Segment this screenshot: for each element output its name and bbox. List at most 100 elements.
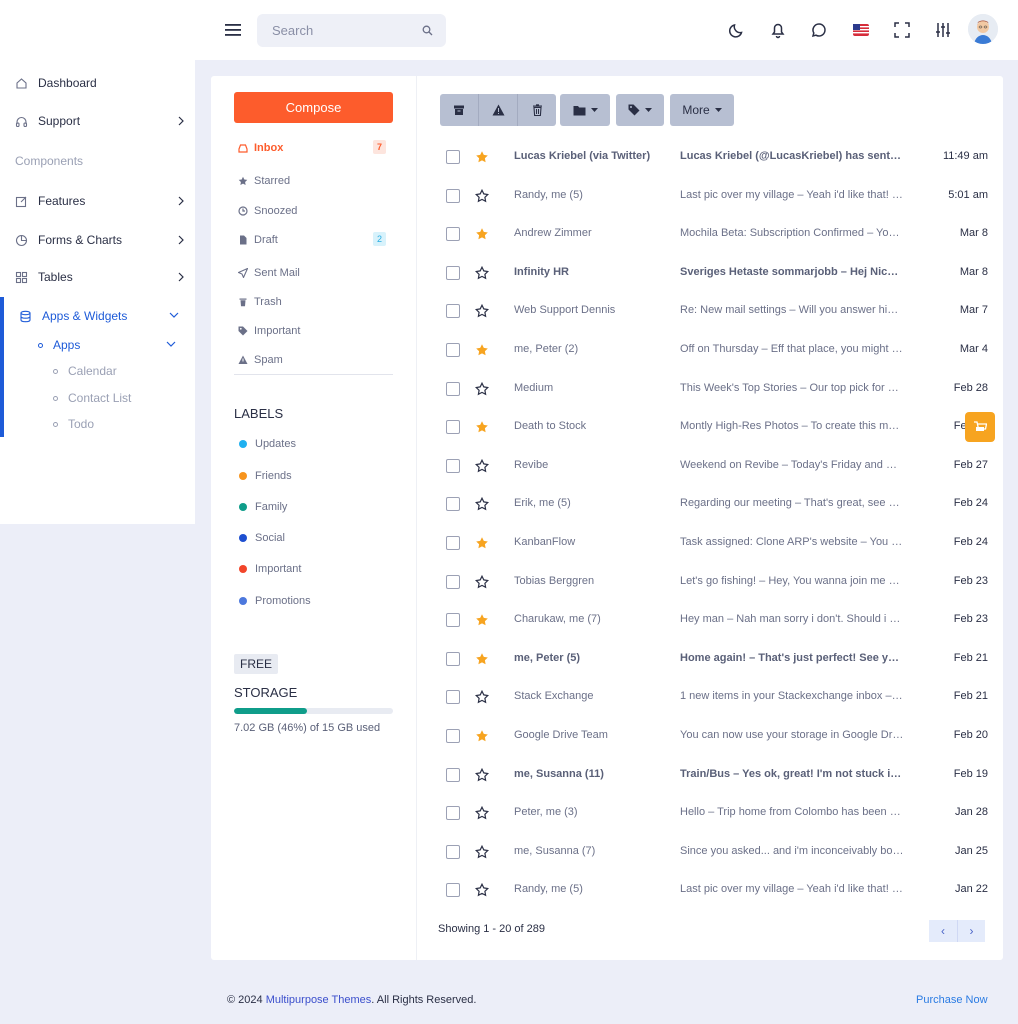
- move-to-folder-button[interactable]: [560, 94, 610, 126]
- row-checkbox[interactable]: [446, 844, 460, 859]
- star-outline-icon[interactable]: [475, 767, 489, 782]
- row-checkbox[interactable]: [446, 304, 460, 319]
- row-checkbox[interactable]: [446, 265, 460, 280]
- mail-row[interactable]: Medium This Week's Top Stories – Our top …: [439, 370, 994, 408]
- row-checkbox[interactable]: [446, 883, 460, 898]
- sidebar-item-apps-widgets[interactable]: Apps & Widgets: [19, 306, 179, 326]
- star-outline-icon[interactable]: [475, 458, 489, 473]
- mail-row[interactable]: Google Drive Team You can now use your st…: [439, 717, 994, 755]
- floating-cart-button[interactable]: [965, 412, 995, 442]
- folder-inbox[interactable]: Inbox 7: [238, 140, 390, 156]
- star-outline-icon[interactable]: [475, 188, 489, 203]
- archive-button[interactable]: [440, 94, 478, 126]
- chat-icon[interactable]: [809, 20, 829, 40]
- row-checkbox[interactable]: [446, 574, 460, 589]
- mail-row[interactable]: me, Susanna (7) Since you asked... and i'…: [439, 833, 994, 871]
- report-spam-button[interactable]: [479, 94, 517, 126]
- star-filled-icon[interactable]: [475, 652, 489, 666]
- mail-row[interactable]: Peter, me (3) Hello – Trip home from Colo…: [439, 794, 994, 832]
- star-outline-icon[interactable]: [475, 265, 489, 280]
- folder-important[interactable]: Important: [238, 323, 390, 339]
- fullscreen-icon[interactable]: [892, 20, 912, 40]
- sidebar-subitem-contact-list[interactable]: Contact List: [53, 391, 131, 405]
- purchase-now-link[interactable]: Purchase Now: [916, 994, 988, 1006]
- sidebar-item-forms-charts[interactable]: Forms & Charts: [15, 230, 185, 250]
- star-filled-icon[interactable]: [475, 536, 489, 550]
- folder-starred[interactable]: Starred: [238, 173, 390, 189]
- bell-icon[interactable]: [768, 20, 788, 40]
- star-outline-icon[interactable]: [475, 844, 489, 859]
- sidebar-subitem-calendar[interactable]: Calendar: [53, 364, 117, 378]
- search-icon[interactable]: [422, 25, 433, 36]
- brand-link[interactable]: Multipurpose Themes: [266, 994, 372, 1006]
- star-filled-icon[interactable]: [475, 613, 489, 627]
- apply-label-button[interactable]: [616, 94, 664, 126]
- label-family[interactable]: Family: [239, 501, 287, 513]
- prev-page-button[interactable]: ‹: [929, 920, 957, 942]
- mail-row[interactable]: Revibe Weekend on Revibe – Today's Friday…: [439, 447, 994, 485]
- compose-button[interactable]: Compose: [234, 92, 393, 123]
- mail-row[interactable]: Charukaw, me (7) Hey man – Nah man sorry …: [439, 601, 994, 639]
- star-outline-icon[interactable]: [475, 806, 489, 820]
- row-checkbox[interactable]: [446, 227, 460, 242]
- label-updates[interactable]: Updates: [239, 438, 296, 450]
- folder-trash[interactable]: Trash: [238, 294, 390, 310]
- star-filled-icon[interactable]: [475, 343, 489, 357]
- mail-row[interactable]: Randy, me (5) Last pic over my village – …: [439, 177, 994, 215]
- star-outline-icon[interactable]: [475, 883, 489, 897]
- settings-sliders-icon[interactable]: [933, 20, 953, 40]
- mail-row[interactable]: me, Susanna (11) Train/Bus – Yes ok, grea…: [439, 756, 994, 794]
- sidebar-item-features[interactable]: Features: [15, 191, 185, 211]
- mail-row[interactable]: Randy, me (5) Last pic over my village – …: [439, 871, 994, 909]
- star-filled-icon[interactable]: [475, 729, 489, 743]
- row-checkbox[interactable]: [446, 651, 460, 666]
- sidebar-subitem-todo[interactable]: Todo: [53, 417, 94, 431]
- folder-spam[interactable]: Spam: [238, 352, 390, 368]
- row-checkbox[interactable]: [446, 497, 460, 512]
- folder-draft[interactable]: Draft 2: [238, 232, 390, 248]
- sidebar-item-dashboard[interactable]: Dashboard: [15, 73, 185, 93]
- star-filled-icon[interactable]: [475, 420, 489, 434]
- row-checkbox[interactable]: [446, 729, 460, 743]
- folder-snoozed[interactable]: Snoozed: [238, 203, 390, 219]
- label-promotions[interactable]: Promotions: [239, 595, 311, 607]
- mail-row[interactable]: Stack Exchange 1 new items in your Stacke…: [439, 678, 994, 716]
- us-flag-icon[interactable]: [851, 20, 871, 40]
- row-checkbox[interactable]: [446, 188, 460, 203]
- delete-button[interactable]: [518, 94, 556, 126]
- label-friends[interactable]: Friends: [239, 470, 292, 482]
- row-checkbox[interactable]: [446, 150, 460, 164]
- mail-row[interactable]: Web Support Dennis Re: New mail settings …: [439, 292, 994, 330]
- row-checkbox[interactable]: [446, 613, 460, 628]
- star-filled-icon[interactable]: [475, 150, 489, 164]
- row-checkbox[interactable]: [446, 458, 460, 473]
- mail-row[interactable]: Andrew Zimmer Mochila Beta: Subscription …: [439, 215, 994, 253]
- more-button[interactable]: More: [670, 94, 734, 126]
- mail-row[interactable]: me, Peter (5) Home again! – That's just p…: [439, 640, 994, 678]
- mail-row[interactable]: Tobias Berggren Let's go fishing! – Hey, …: [439, 563, 994, 601]
- mail-row[interactable]: me, Peter (2) Off on Thursday – Eff that …: [439, 331, 994, 369]
- search-input[interactable]: [257, 14, 407, 47]
- row-checkbox[interactable]: [446, 536, 460, 550]
- sidebar-item-support[interactable]: Support: [15, 111, 185, 131]
- mail-row[interactable]: Infinity HR Sveriges Hetaste sommarjobb –…: [439, 254, 994, 292]
- star-outline-icon[interactable]: [475, 574, 489, 589]
- sidebar-item-tables[interactable]: Tables: [15, 267, 185, 287]
- label-important[interactable]: Important: [239, 563, 301, 575]
- row-checkbox[interactable]: [446, 343, 460, 357]
- mail-row[interactable]: Erik, me (5) Regarding our meeting – That…: [439, 485, 994, 523]
- row-checkbox[interactable]: [446, 381, 460, 396]
- menu-toggle-icon[interactable]: [224, 22, 242, 38]
- mail-row[interactable]: KanbanFlow Task assigned: Clone ARP's web…: [439, 524, 994, 562]
- row-checkbox[interactable]: [446, 767, 460, 782]
- star-outline-icon[interactable]: [475, 497, 489, 511]
- star-outline-icon[interactable]: [475, 381, 489, 396]
- star-filled-icon[interactable]: [475, 227, 489, 241]
- star-outline-icon[interactable]: [475, 304, 489, 318]
- row-checkbox[interactable]: [446, 420, 460, 435]
- sidebar-subitem-apps[interactable]: Apps: [38, 338, 178, 352]
- mail-row[interactable]: Death to Stock Montly High-Res Photos – T…: [439, 408, 994, 446]
- moon-icon[interactable]: [727, 20, 747, 40]
- folder-sent-mail[interactable]: Sent Mail: [238, 265, 390, 281]
- next-page-button[interactable]: ›: [957, 920, 985, 942]
